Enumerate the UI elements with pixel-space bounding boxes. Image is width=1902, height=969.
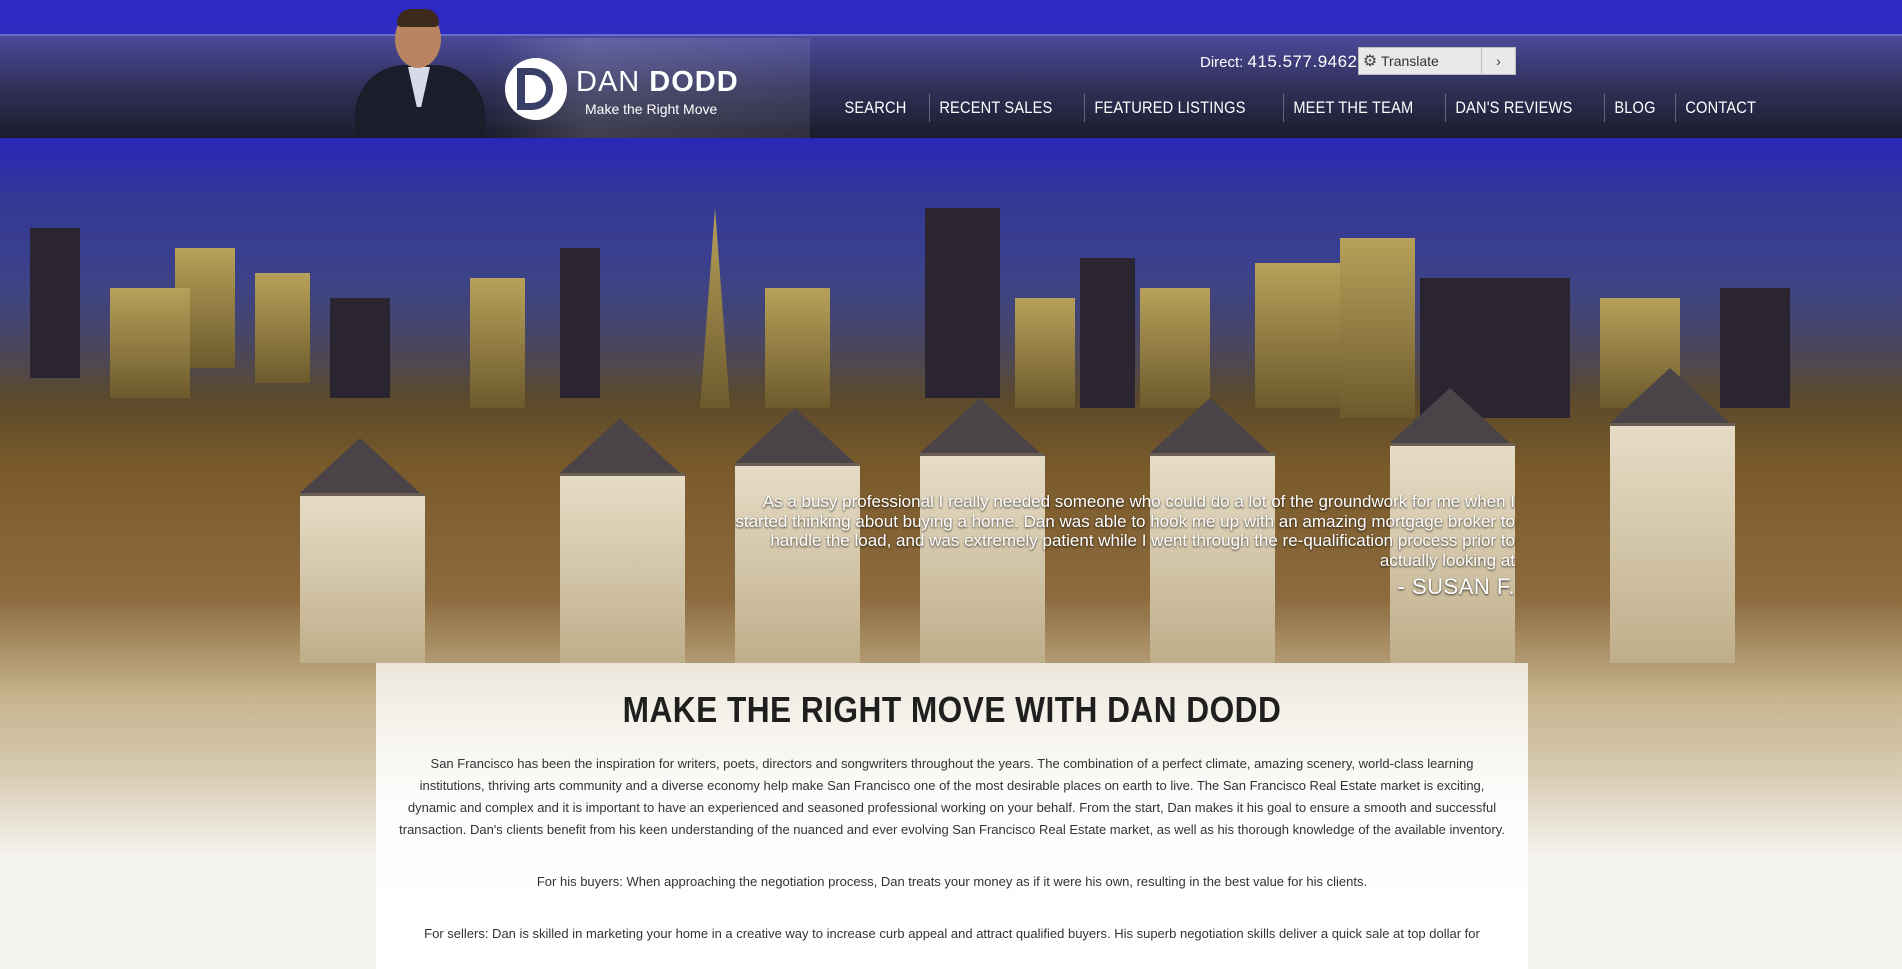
- main-nav: SEARCH RECENT SALES FEATURED LISTINGS ME…: [835, 94, 1781, 122]
- skyline-building: [925, 208, 1000, 398]
- skyline-building: [30, 228, 80, 378]
- skyline-building: [330, 298, 390, 398]
- house-roof: [920, 398, 1040, 453]
- nav-item-contact[interactable]: CONTACT: [1675, 94, 1766, 122]
- skyline-building: [110, 288, 190, 398]
- chevron-right-icon[interactable]: ›: [1481, 48, 1515, 74]
- sellers-paragraph: For sellers: Dan is skilled in marketing…: [424, 926, 1480, 941]
- testimonial-text: As a busy professional I really needed s…: [735, 492, 1515, 570]
- portrait-hair: [397, 9, 439, 27]
- skyline-building: [1255, 263, 1345, 408]
- buyers-paragraph: For his buyers: When approaching the neg…: [536, 874, 1368, 889]
- victorian-house: [560, 473, 685, 663]
- logo-name-last: DODD: [649, 66, 739, 98]
- translate-widget[interactable]: ⚙ Translate ›: [1358, 47, 1516, 75]
- agent-portrait: [350, 5, 490, 138]
- page-title: MAKE THE RIGHT MOVE WITH DAN DODD: [622, 689, 1282, 730]
- intro-panel: MAKE THE RIGHT MOVE WITH DAN DODD San Fr…: [376, 663, 1528, 969]
- header-stripe: [0, 34, 1902, 36]
- house-roof: [300, 438, 420, 493]
- house-roof: [1150, 398, 1270, 453]
- translate-label: Translate: [1381, 53, 1439, 69]
- skyline-building: [1720, 288, 1790, 408]
- direct-phone-number[interactable]: 415.577.9462: [1248, 52, 1358, 71]
- victorian-house: [1610, 423, 1735, 663]
- house-roof: [560, 418, 680, 473]
- nav-item-meet-the-team[interactable]: MEET THE TEAM: [1282, 94, 1423, 122]
- logo-tagline: Make the Right Move: [585, 101, 718, 117]
- house-roof: [1390, 388, 1510, 443]
- skyline-building: [1080, 258, 1135, 408]
- nav-item-featured-listings[interactable]: FEATURED LISTINGS: [1083, 94, 1255, 122]
- direct-phone: Direct: 415.577.9462: [1200, 52, 1358, 72]
- house-roof: [1610, 368, 1730, 423]
- skyline-building: [560, 248, 600, 398]
- intro-paragraph: San Francisco has been the inspiration f…: [399, 756, 1505, 837]
- skyline-building: [765, 288, 830, 408]
- transamerica-pyramid: [700, 208, 730, 408]
- logo-title[interactable]: DAN DODD: [576, 66, 739, 99]
- nav-item-blog[interactable]: BLOG: [1604, 94, 1665, 122]
- gear-icon: ⚙: [1362, 53, 1378, 70]
- logo-name-first: DAN: [576, 66, 641, 98]
- direct-label: Direct:: [1200, 54, 1244, 71]
- skyline-building: [470, 278, 525, 408]
- intro-body: San Francisco has been the inspiration f…: [398, 753, 1506, 969]
- victorian-house: [300, 493, 425, 663]
- nav-item-dans-reviews[interactable]: DAN'S REVIEWS: [1445, 94, 1582, 122]
- nav-item-recent-sales[interactable]: RECENT SALES: [929, 94, 1062, 122]
- logo-d-mark: [517, 68, 553, 110]
- skyline-building: [1140, 288, 1210, 408]
- house-roof: [735, 408, 855, 463]
- skyline-building: [255, 273, 310, 383]
- testimonial-author: - SUSAN F.: [1397, 574, 1515, 599]
- nav-item-search[interactable]: SEARCH: [835, 94, 916, 122]
- logo-icon[interactable]: [505, 58, 567, 120]
- skyline-building: [1015, 298, 1075, 408]
